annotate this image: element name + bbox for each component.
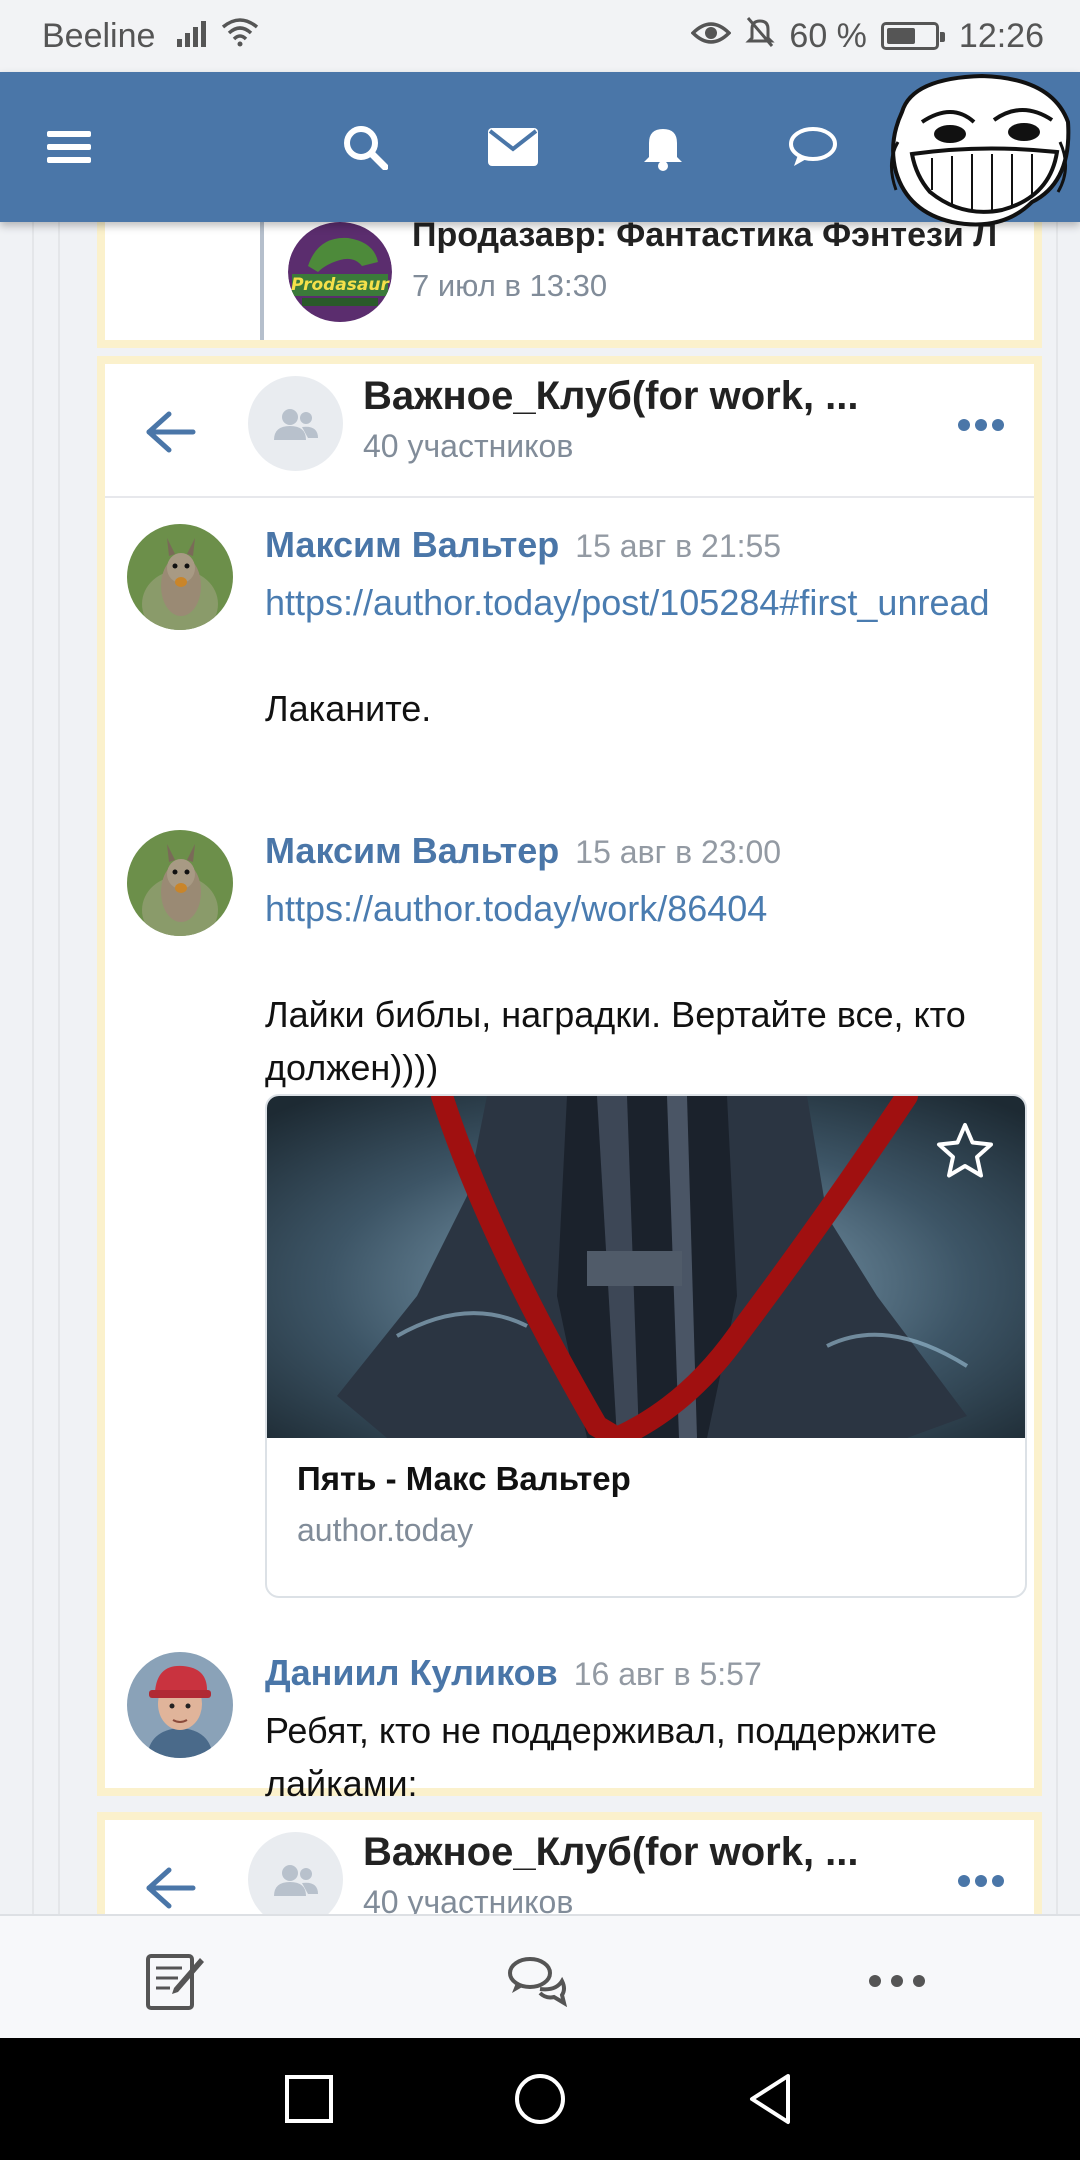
message-author[interactable]: Максим Вальтер 15 авг в 21:55: [265, 524, 781, 566]
message-text: https://author.today/work/86404 Лайки би…: [265, 882, 1014, 1094]
profile-avatar[interactable]: [882, 72, 1074, 237]
chat-header: Важное_Клуб(for work, ... 40 участников: [105, 1820, 1034, 1914]
chat-members: 40 участников: [363, 428, 574, 464]
message-body: Ребят, кто не поддерживал, поддержите ла…: [265, 1710, 937, 1804]
search-icon[interactable]: [330, 112, 400, 182]
message-text: Ребят, кто не поддерживал, поддержите ла…: [265, 1704, 1014, 1810]
repost-date: 7 июл в 13:30: [412, 268, 608, 303]
link-attachment[interactable]: Пять - Макс Вальтер author.today: [265, 1094, 1027, 1598]
mail-icon[interactable]: [478, 112, 548, 182]
chat-card-next: Важное_Клуб(for work, ... 40 участников: [97, 1812, 1042, 1914]
message-author[interactable]: Даниил Куликов 16 авг в 5:57: [265, 1652, 762, 1694]
group-icon: [273, 1864, 318, 1896]
bottom-bar: [0, 1914, 1080, 2038]
chat-more-icon[interactable]: [953, 1874, 1004, 1892]
message-time: 15 авг в 23:00: [575, 834, 782, 870]
repost-card[interactable]: Prodasaur Продазавр: Фантастика Фэнтези …: [97, 222, 1042, 348]
group-avatar[interactable]: [248, 1832, 343, 1914]
group-avatar[interactable]: [248, 376, 343, 471]
repost-avatar[interactable]: Prodasaur: [288, 222, 392, 322]
message-body: Лайки библы, наградки. Вертайте все, кто…: [265, 994, 966, 1088]
battery-percent: 60 %: [789, 16, 867, 55]
message-link[interactable]: https://author.today/work/86404: [265, 882, 1014, 935]
chat-more-icon[interactable]: [953, 418, 1004, 436]
chat-header: Важное_Клуб(for work, ... 40 участников: [105, 364, 1034, 498]
back-arrow-icon[interactable]: [139, 1858, 199, 1914]
attachment-domain: author.today: [297, 1512, 474, 1548]
prodasaur-logo: Prodasaur: [291, 275, 390, 295]
top-nav-bar: [0, 72, 1080, 227]
message-body: Лаканите.: [265, 688, 432, 729]
more-icon[interactable]: [862, 1946, 932, 2016]
chat-icon[interactable]: [778, 112, 848, 182]
wifi-icon: [221, 17, 259, 56]
chat-card: Важное_Клуб(for work, ... 40 участников …: [97, 356, 1042, 1804]
quote-line: [260, 222, 264, 340]
group-icon: [273, 408, 318, 440]
home-icon[interactable]: [509, 2068, 571, 2130]
author-avatar[interactable]: [127, 524, 233, 630]
message-time: 15 авг в 21:55: [575, 528, 782, 564]
chat-title[interactable]: Важное_Клуб(for work, ...: [363, 374, 859, 419]
signal-icon: [177, 17, 211, 56]
message-time: 16 авг в 5:57: [573, 1656, 762, 1692]
chat-members: 40 участников: [363, 1884, 574, 1914]
star-icon[interactable]: [935, 1122, 995, 1185]
bell-icon[interactable]: [628, 112, 698, 182]
recent-apps-icon[interactable]: [278, 2068, 340, 2130]
carrier-name: Beeline: [42, 16, 156, 55]
messages-icon[interactable]: [502, 1946, 572, 2016]
author-avatar[interactable]: [127, 1652, 233, 1758]
message-author[interactable]: Максим Вальтер 15 авг в 23:00: [265, 830, 781, 872]
attachment-title[interactable]: Пять - Макс Вальтер: [297, 1460, 997, 1498]
feed: Prodasaur Продазавр: Фантастика Фэнтези …: [0, 222, 1080, 1914]
attachment-caption[interactable]: Пять - Макс Вальтер author.today: [267, 1438, 1025, 1596]
message-link[interactable]: https://author.today/post/105284#first_u…: [265, 576, 1014, 629]
system-nav-bar: [0, 2038, 1080, 2160]
back-arrow-icon[interactable]: [139, 402, 199, 462]
back-nav-icon[interactable]: [740, 2068, 802, 2130]
attachment-image[interactable]: [267, 1096, 1025, 1438]
clock: 12:26: [958, 16, 1044, 55]
author-avatar[interactable]: [127, 830, 233, 936]
battery-icon: [880, 22, 945, 50]
mute-bell-icon: [745, 16, 776, 57]
compose-icon[interactable]: [140, 1946, 210, 2016]
eye-icon: [690, 17, 732, 56]
chat-title[interactable]: Важное_Клуб(for work, ...: [363, 1830, 859, 1875]
status-bar: Beeline 60 % 12:26: [0, 0, 1080, 72]
message-text: https://author.today/post/105284#first_u…: [265, 576, 1014, 735]
menu-icon[interactable]: [34, 112, 104, 182]
